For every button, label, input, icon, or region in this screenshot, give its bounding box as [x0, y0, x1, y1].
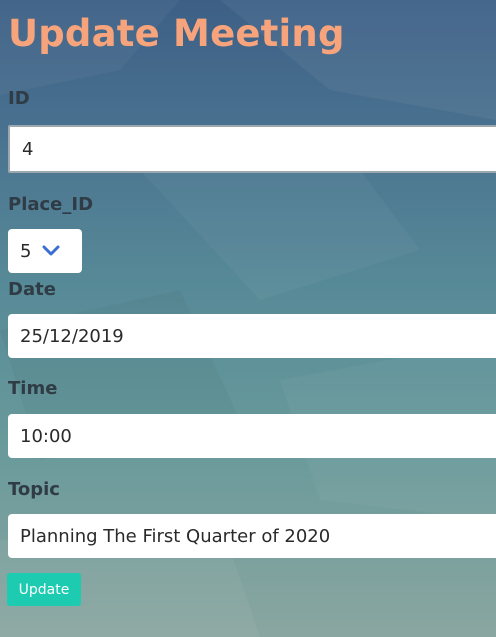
id-input-value: 4	[22, 138, 34, 160]
place-id-selected-value: 5	[20, 240, 32, 262]
update-button[interactable]: Update	[7, 573, 81, 606]
date-label: Date	[8, 279, 56, 300]
topic-label: Topic	[8, 479, 60, 500]
page-title: Update Meeting	[8, 12, 345, 55]
id-label: ID	[8, 88, 30, 109]
time-input-value: 10:00	[20, 425, 72, 447]
date-input[interactable]: 25/12/2019	[8, 314, 496, 358]
topic-input[interactable]: Planning The First Quarter of 2020	[8, 514, 496, 558]
place-id-label: Place_ID	[8, 194, 94, 215]
time-input[interactable]: 10:00	[8, 414, 496, 458]
time-label: Time	[8, 378, 58, 399]
chevron-down-icon	[42, 245, 60, 256]
id-input[interactable]: 4	[8, 125, 496, 173]
place-id-select[interactable]: 5	[8, 229, 82, 273]
date-input-value: 25/12/2019	[20, 325, 124, 347]
topic-input-value: Planning The First Quarter of 2020	[20, 525, 331, 547]
